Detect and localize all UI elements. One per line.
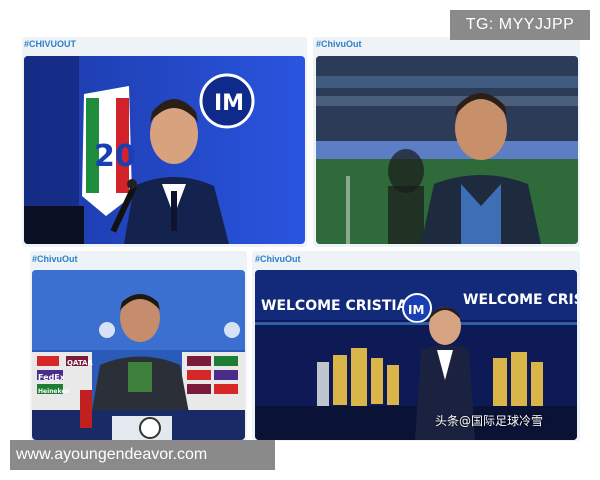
photo-press-conference: 20 IM	[24, 56, 305, 244]
svg-text:IM: IM	[408, 303, 424, 317]
hashtag-4[interactable]: #ChivuOut	[255, 254, 301, 264]
sponsor-fedex: FedEx	[38, 373, 66, 382]
photo-stadium	[316, 56, 578, 244]
watermark-website[interactable]: www.ayoungendeavor.com	[10, 440, 275, 470]
sponsor-qatar: QATAR	[67, 359, 93, 367]
hashtag-1[interactable]: #CHIVUOUT	[24, 39, 76, 49]
source-credit: 头条@国际足球冷雪	[435, 414, 544, 428]
sponsor-heineken: Heineken	[38, 388, 70, 395]
svg-text:IM: IM	[214, 91, 244, 116]
hashtag-2[interactable]: #ChivuOut	[316, 39, 362, 49]
watermark-tg: TG: MYYJJPP	[450, 10, 590, 40]
welcome-banner-right: WELCOME CRISTIAN	[463, 292, 577, 308]
welcome-banner-left: WELCOME CRISTIAN	[261, 298, 419, 314]
scudetto-number: 20	[94, 139, 136, 174]
hashtag-3[interactable]: #ChivuOut	[32, 254, 78, 264]
photo-champions-league: FedEx Heineken QATAR	[32, 270, 245, 440]
